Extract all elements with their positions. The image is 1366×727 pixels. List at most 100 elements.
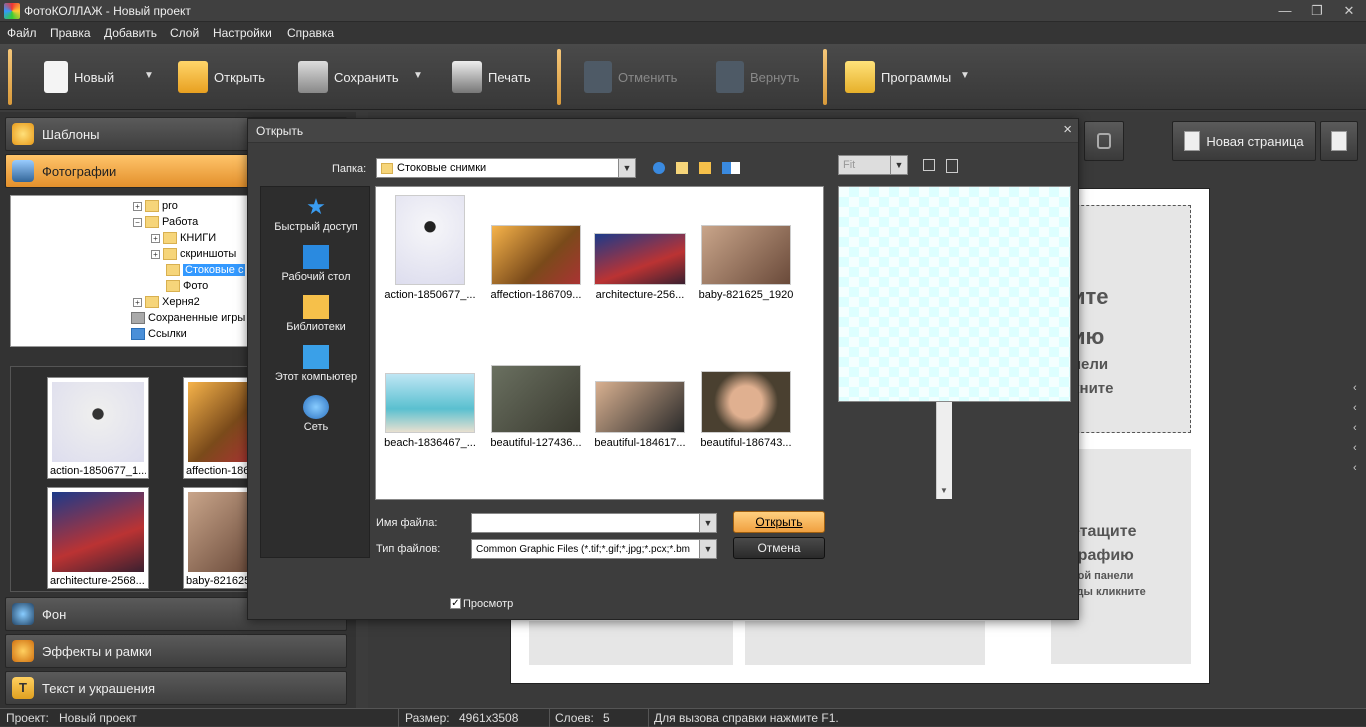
programs-button[interactable]: Программы (845, 54, 951, 100)
open-button[interactable]: Открыть (178, 54, 265, 100)
play-icon[interactable] (923, 159, 935, 171)
tree-node-pro[interactable]: + pro (133, 200, 178, 212)
file-list[interactable]: action-1850677_... affection-186709... a… (375, 186, 952, 500)
photo-placeholder[interactable] (745, 621, 985, 665)
place-libraries[interactable]: Библиотеки (261, 295, 371, 333)
effects-panel-header[interactable]: Эффекты и рамки (5, 634, 347, 668)
file-name: baby-821625_1920 (698, 289, 794, 301)
tree-node-screenshots[interactable]: + скриншоты (151, 248, 236, 260)
image-preview (838, 186, 1071, 402)
file-item[interactable]: architecture-256... (590, 233, 690, 301)
chevron-left-icon[interactable]: ‹ (1353, 462, 1360, 474)
new-page-button[interactable]: Новая страница (1172, 121, 1316, 161)
save-button[interactable]: Сохранить (298, 54, 399, 100)
save-dropdown-arrow[interactable]: ▼ (413, 70, 423, 81)
place-label: Сеть (303, 421, 329, 433)
thumbnail[interactable]: baby-821625 (183, 487, 252, 589)
place-network[interactable]: Сеть (261, 395, 371, 433)
cancel-button[interactable]: Отмена (733, 537, 825, 559)
open-button[interactable]: Открыть (733, 511, 825, 533)
filename-input[interactable]: ▼ (471, 513, 717, 533)
new-dropdown-arrow[interactable]: ▼ (144, 70, 154, 81)
chevron-down-icon[interactable]: ▼ (890, 156, 907, 174)
menu-add[interactable]: Добавить (104, 26, 157, 40)
tree-label: Стоковые с (183, 264, 246, 276)
filetype-select[interactable]: Common Graphic Files (*.tif;*.gif;*.jpg;… (471, 539, 717, 559)
tree-node-hernya2[interactable]: + Херня2 (133, 296, 200, 308)
chevron-left-icon[interactable]: ‹ (1353, 382, 1360, 394)
place-label: Этот компьютер (274, 371, 358, 383)
menu-layer[interactable]: Слой (170, 26, 199, 40)
redo-button[interactable]: Вернуть (716, 54, 800, 100)
thumbnail[interactable]: affection-186 (183, 377, 252, 479)
folder-icon (166, 280, 180, 292)
tree-node-stock[interactable]: Стоковые с (166, 264, 246, 276)
back-icon[interactable] (653, 162, 665, 174)
place-desktop[interactable]: Рабочий стол (261, 245, 371, 283)
chevron-left-icon[interactable]: ‹ (1353, 402, 1360, 414)
star-icon: ★ (306, 194, 326, 219)
menu-file[interactable]: Файл (7, 26, 37, 40)
collapse-icon[interactable]: − (133, 217, 142, 227)
folder-select[interactable]: Стоковые снимки ▼ (376, 158, 636, 178)
up-folder-icon[interactable] (676, 162, 688, 174)
new-button[interactable]: Новый (44, 54, 114, 100)
place-quick-access[interactable]: ★ Быстрый доступ (261, 194, 371, 234)
view-menu-icon[interactable] (722, 162, 740, 174)
menu-settings[interactable]: Настройки (213, 26, 272, 40)
menu-help[interactable]: Справка (287, 26, 334, 40)
toolbar-separator (823, 49, 827, 105)
place-this-pc[interactable]: Этот компьютер (261, 345, 371, 383)
expand-icon[interactable]: + (133, 201, 142, 211)
programs-dropdown-arrow[interactable]: ▼ (960, 70, 970, 81)
photo-placeholder[interactable] (529, 621, 733, 665)
dialog-close-icon[interactable]: × (1063, 121, 1072, 138)
size-value: 4961x3508 (459, 711, 519, 725)
thumbnail[interactable]: action-1850677_1... (47, 377, 149, 479)
lock-button[interactable] (1084, 121, 1124, 161)
chevron-left-icon[interactable]: ‹ (1353, 422, 1360, 434)
preview-checkbox[interactable]: ✓ (450, 598, 461, 609)
photo-placeholder[interactable]: ите ию пели кните (1071, 205, 1191, 433)
file-item[interactable]: beautiful-184617... (590, 381, 690, 449)
new-folder-icon[interactable] (699, 162, 711, 174)
chevron-down-icon[interactable]: ▼ (618, 159, 635, 177)
chevron-down-icon[interactable]: ▼ (699, 540, 716, 558)
folder-icon (145, 200, 159, 212)
undo-button[interactable]: Отменить (584, 54, 677, 100)
printer-icon (452, 61, 482, 93)
chevron-left-icon[interactable]: ‹ (1353, 442, 1360, 454)
status-bar: Проект: Новый проект Размер: 4961x3508 С… (0, 708, 1366, 727)
restore-button[interactable]: ❐ (1302, 0, 1332, 22)
file-item[interactable]: baby-821625_1920 (696, 225, 796, 301)
zoom-page-icon[interactable] (946, 159, 958, 173)
close-button[interactable]: ✕ (1334, 0, 1364, 22)
minimize-button[interactable]: — (1270, 0, 1300, 22)
zoom-select[interactable]: Fit ▼ (838, 155, 908, 175)
thumbnail[interactable]: architecture-2568... (47, 487, 149, 589)
tree-node-saved-games[interactable]: Сохраненные игры (131, 312, 245, 324)
print-button[interactable]: Печать (452, 54, 531, 100)
file-item[interactable]: action-1850677_... (380, 195, 480, 301)
chevron-down-icon[interactable]: ▼ (699, 514, 716, 532)
expand-icon[interactable]: + (151, 249, 160, 259)
text-panel-header[interactable]: T Текст и украшения (5, 671, 347, 705)
folder-tree[interactable]: + pro − Работа + КНИГИ + скриншоты Стоковые … (10, 195, 250, 347)
expand-icon[interactable]: + (151, 233, 160, 243)
file-item[interactable]: beach-1836467_... (380, 373, 480, 449)
page-settings-button[interactable] (1320, 121, 1358, 161)
thumbnail-image (188, 382, 252, 462)
gift-box-icon (845, 61, 875, 93)
print-label: Печать (488, 69, 531, 85)
tree-node-books[interactable]: + КНИГИ (151, 232, 216, 244)
tree-node-links[interactable]: Ссылки (131, 328, 187, 340)
file-item[interactable]: affection-186709... (486, 225, 586, 301)
file-name: action-1850677_... (384, 289, 476, 301)
menu-bar: Файл Правка Добавить Слой Настройки Спра… (0, 22, 1366, 44)
file-item[interactable]: beautiful-186743... (696, 371, 796, 449)
tree-node-photo[interactable]: Фото (166, 280, 208, 292)
menu-edit[interactable]: Правка (50, 26, 91, 40)
tree-node-work[interactable]: − Работа (133, 216, 198, 228)
expand-icon[interactable]: + (133, 297, 142, 307)
file-item[interactable]: beautiful-127436... (486, 365, 586, 449)
